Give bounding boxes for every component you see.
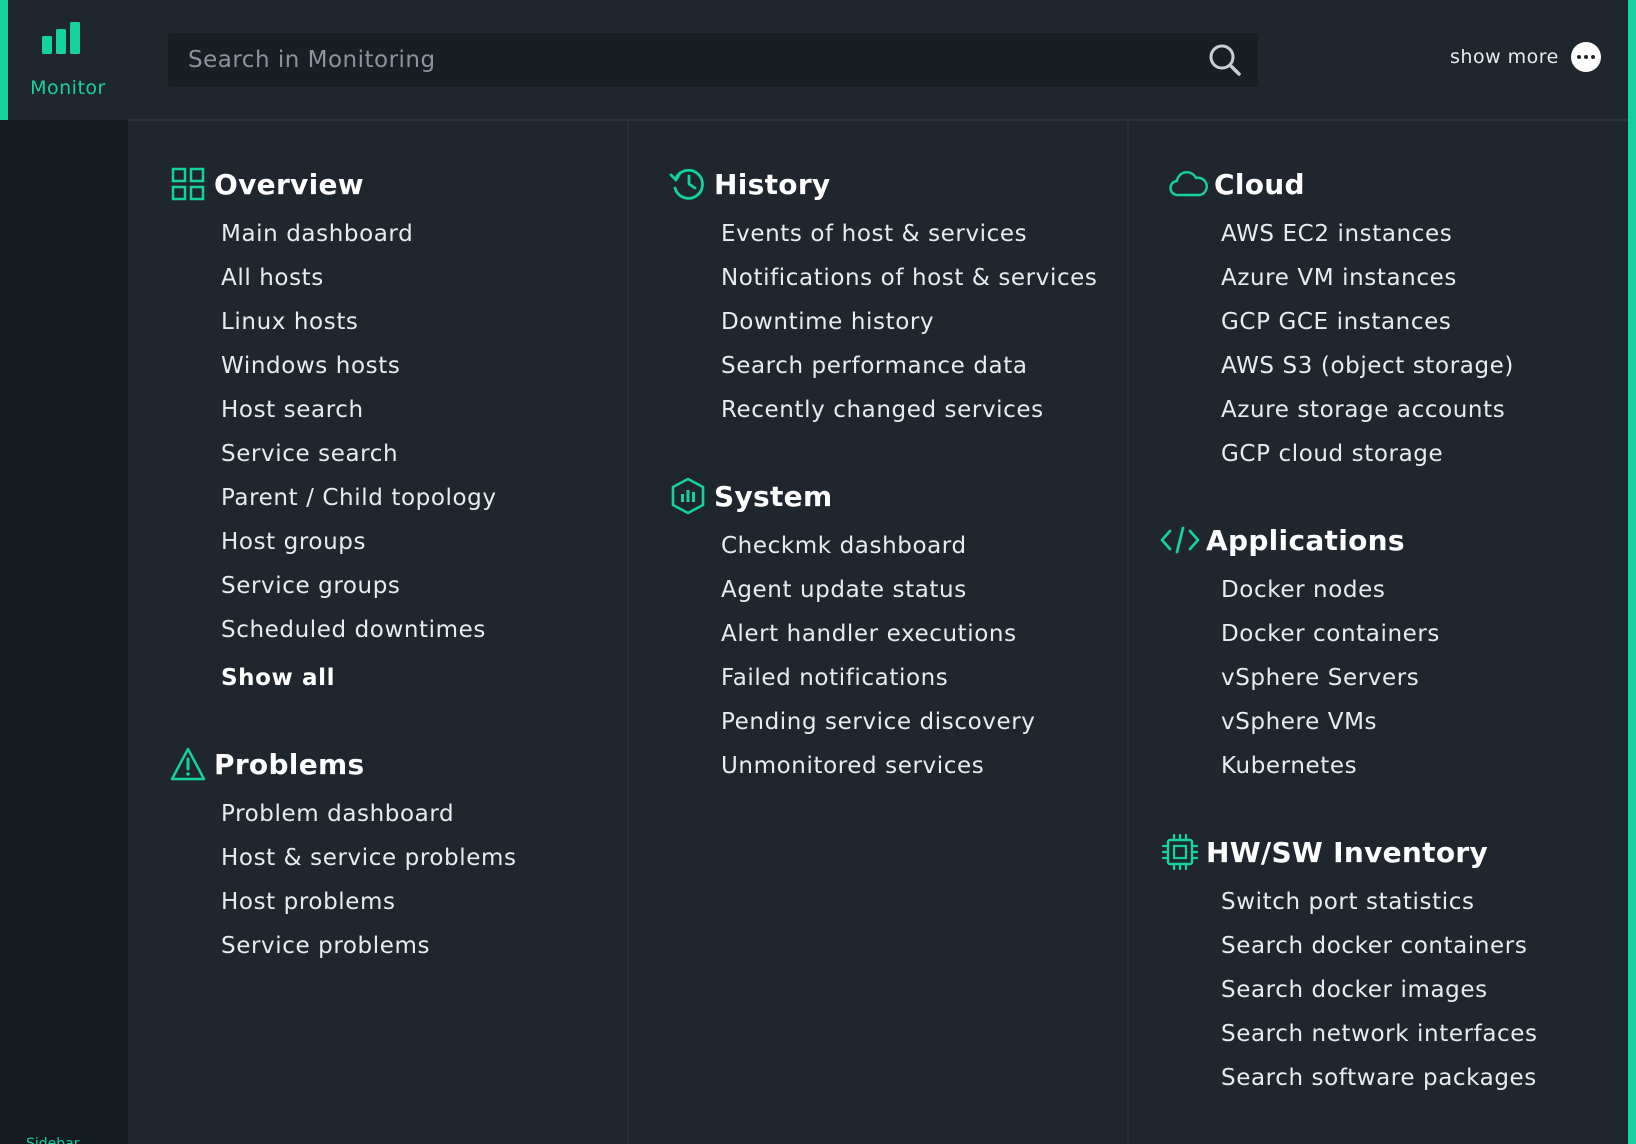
- history-clock-icon: [668, 166, 708, 202]
- menu-item-search-docker-containers[interactable]: Search docker containers: [1221, 924, 1538, 968]
- history-list: Events of host & services Notifications …: [721, 212, 1098, 432]
- menu-item-main-dashboard[interactable]: Main dashboard: [221, 212, 497, 256]
- menu-item-vsphere-servers[interactable]: vSphere Servers: [1221, 656, 1440, 700]
- menu-item-recently-changed-services[interactable]: Recently changed services: [721, 388, 1098, 432]
- cloud-icon: [1168, 169, 1208, 199]
- menu-item-search-docker-images[interactable]: Search docker images: [1221, 968, 1538, 1012]
- active-indicator: [0, 0, 8, 120]
- menu-item-host-groups[interactable]: Host groups: [221, 520, 497, 564]
- inventory-list: Switch port statistics Search docker con…: [1221, 880, 1538, 1100]
- section-title: Overview: [214, 167, 364, 201]
- menu-item-search-network-interfaces[interactable]: Search network interfaces: [1221, 1012, 1538, 1056]
- menu-item-checkmk-dashboard[interactable]: Checkmk dashboard: [721, 524, 1035, 568]
- right-accent-bar: [1628, 0, 1636, 1144]
- menu-item-search-software-packages[interactable]: Search software packages: [1221, 1056, 1538, 1100]
- system-hexagon-icon: [668, 477, 708, 515]
- menu-item-host-search[interactable]: Host search: [221, 388, 497, 432]
- menu-item-docker-nodes[interactable]: Docker nodes: [1221, 568, 1440, 612]
- menu-item-service-groups[interactable]: Service groups: [221, 564, 497, 608]
- column-divider: [1127, 121, 1129, 1144]
- problems-list: Problem dashboard Host & service problem…: [221, 792, 517, 968]
- header: show more: [128, 0, 1628, 121]
- section-title: HW/SW Inventory: [1206, 835, 1489, 869]
- system-list: Checkmk dashboard Agent update status Al…: [721, 524, 1035, 788]
- menu-item-docker-containers[interactable]: Docker containers: [1221, 612, 1440, 656]
- section-title: Problems: [214, 747, 365, 781]
- bar-chart-icon: [42, 22, 80, 54]
- sidebar: Monitor Sidebar: [0, 0, 128, 1144]
- menu-item-notifications[interactable]: Notifications of host & services: [721, 256, 1098, 300]
- overview-list: Main dashboard All hosts Linux hosts Win…: [221, 212, 497, 700]
- menu-item-downtime-history[interactable]: Downtime history: [721, 300, 1098, 344]
- column-divider: [627, 121, 629, 1144]
- menu-item-host-problems[interactable]: Host problems: [221, 880, 517, 924]
- menu-item-windows-hosts[interactable]: Windows hosts: [221, 344, 497, 388]
- more-dots-icon: [1570, 42, 1601, 72]
- menu-item-azure-vm[interactable]: Azure VM instances: [1221, 256, 1514, 300]
- section-overview: Overview Main dashboard All hosts Linux …: [168, 164, 497, 700]
- section-inventory: HW/SW Inventory Switch port statistics S…: [1160, 832, 1538, 1100]
- menu-item-gcp-gce[interactable]: GCP GCE instances: [1221, 300, 1514, 344]
- monitor-megamenu: Monitor Sidebar show more: [0, 0, 1636, 1144]
- menu-item-failed-notifications[interactable]: Failed notifications: [721, 656, 1035, 700]
- menu-item-aws-ec2[interactable]: AWS EC2 instances: [1221, 212, 1514, 256]
- section-title: Cloud: [1214, 167, 1305, 201]
- menu-item-service-search[interactable]: Service search: [221, 432, 497, 476]
- sidebar-item-monitor[interactable]: Monitor: [8, 0, 128, 120]
- section-title: History: [714, 167, 831, 201]
- menu-item-linux-hosts[interactable]: Linux hosts: [221, 300, 497, 344]
- menu-item-search-performance-data[interactable]: Search performance data: [721, 344, 1098, 388]
- section-history: History Events of host & services Notifi…: [668, 164, 1098, 432]
- menu-item-problem-dashboard[interactable]: Problem dashboard: [221, 792, 517, 836]
- menu-item-parent-child-topology[interactable]: Parent / Child topology: [221, 476, 497, 520]
- menu-item-all-hosts[interactable]: All hosts: [221, 256, 497, 300]
- section-title: System: [714, 479, 833, 513]
- section-applications: Applications Docker nodes Docker contain…: [1160, 520, 1440, 788]
- menu-item-alert-handler-executions[interactable]: Alert handler executions: [721, 612, 1035, 656]
- section-title: Applications: [1206, 523, 1405, 557]
- grid-icon: [168, 167, 208, 201]
- show-more-label: show more: [1450, 46, 1559, 68]
- menu-item-service-problems[interactable]: Service problems: [221, 924, 517, 968]
- section-problems: Problems Problem dashboard Host & servic…: [168, 744, 517, 968]
- menu-item-azure-storage[interactable]: Azure storage accounts: [1221, 388, 1514, 432]
- code-icon: [1160, 525, 1200, 555]
- menu-item-switch-port-statistics[interactable]: Switch port statistics: [1221, 880, 1538, 924]
- section-cloud: Cloud AWS EC2 instances Azure VM instanc…: [1168, 164, 1514, 476]
- warning-triangle-icon: [168, 746, 208, 782]
- menu-item-vsphere-vms[interactable]: vSphere VMs: [1221, 700, 1440, 744]
- menu-item-kubernetes[interactable]: Kubernetes: [1221, 744, 1440, 788]
- menu-item-agent-update-status[interactable]: Agent update status: [721, 568, 1035, 612]
- sidebar-item-label: Monitor: [30, 77, 106, 99]
- sidebar-footer-link[interactable]: Sidebar: [26, 1136, 80, 1144]
- menu-item-unmonitored-services[interactable]: Unmonitored services: [721, 744, 1035, 788]
- search-icon[interactable]: [1208, 43, 1242, 77]
- applications-list: Docker nodes Docker containers vSphere S…: [1221, 568, 1440, 788]
- menu-item-pending-service-discovery[interactable]: Pending service discovery: [721, 700, 1035, 744]
- show-more-button[interactable]: show more: [1450, 42, 1601, 72]
- search-box: [168, 33, 1258, 87]
- menu-item-gcp-storage[interactable]: GCP cloud storage: [1221, 432, 1514, 476]
- menu-item-scheduled-downtimes[interactable]: Scheduled downtimes: [221, 608, 497, 652]
- menu-item-host-service-problems[interactable]: Host & service problems: [221, 836, 517, 880]
- menu-item-events[interactable]: Events of host & services: [721, 212, 1098, 256]
- chip-icon: [1160, 832, 1200, 872]
- section-system: System Checkmk dashboard Agent update st…: [668, 476, 1035, 788]
- cloud-list: AWS EC2 instances Azure VM instances GCP…: [1221, 212, 1514, 476]
- search-input[interactable]: [168, 33, 1188, 87]
- menu-item-aws-s3[interactable]: AWS S3 (object storage): [1221, 344, 1514, 388]
- show-all-link[interactable]: Show all: [221, 656, 497, 700]
